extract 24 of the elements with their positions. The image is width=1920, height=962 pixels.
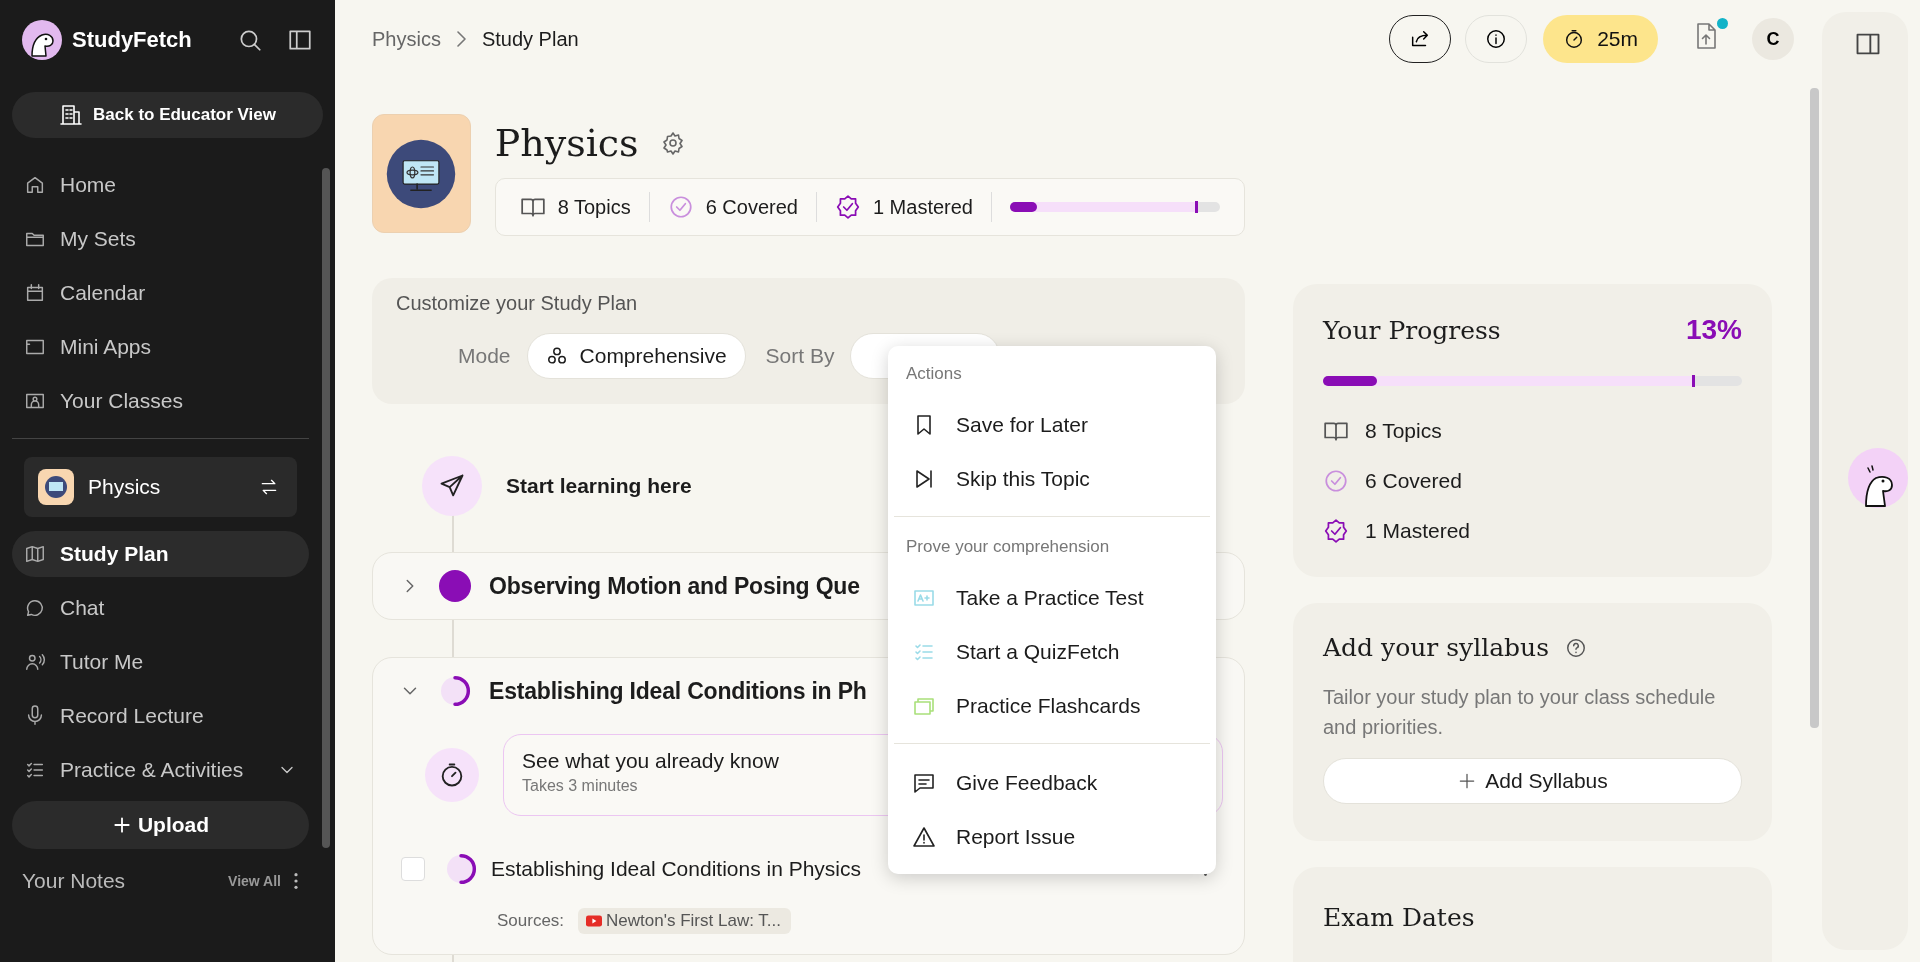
- course-title: Physics: [494, 121, 639, 165]
- stat-label: 1 Mastered: [1365, 519, 1471, 543]
- quiz-title: See what you already know: [522, 749, 779, 773]
- brand-name: StudyFetch: [72, 27, 193, 53]
- sources-label: Sources:: [497, 911, 565, 931]
- menu-heading: Prove your comprehension: [905, 536, 1111, 558]
- stat-label: 8 Topics: [1365, 419, 1442, 443]
- stat-label: 6 Covered: [705, 195, 798, 219]
- progress-percent: 13%: [1685, 314, 1742, 346]
- field-label: Sort By: [765, 344, 835, 368]
- start-label: Start learning here: [506, 474, 692, 498]
- stat-label: 1 Mastered: [872, 195, 973, 219]
- stat-label: 8 Topics: [557, 195, 631, 219]
- menu-heading: Actions: [905, 363, 963, 385]
- stat-label: 6 Covered: [1365, 469, 1462, 493]
- quiz-duration: Takes 3 minutes: [522, 777, 638, 795]
- field-label: Mode: [458, 344, 511, 368]
- panel-title: Customize your Study Plan: [396, 292, 639, 315]
- card-title: Add your syllabus: [1323, 633, 1549, 662]
- breadcrumb-current: Study Plan: [481, 27, 579, 51]
- card-description: Tailor your study plan to your class schedule and priorities.: [1323, 685, 1717, 740]
- card-title: Exam Dates: [1323, 903, 1475, 932]
- card-title: Your Progress: [1323, 315, 1501, 345]
- section-title: Your Notes: [22, 869, 127, 893]
